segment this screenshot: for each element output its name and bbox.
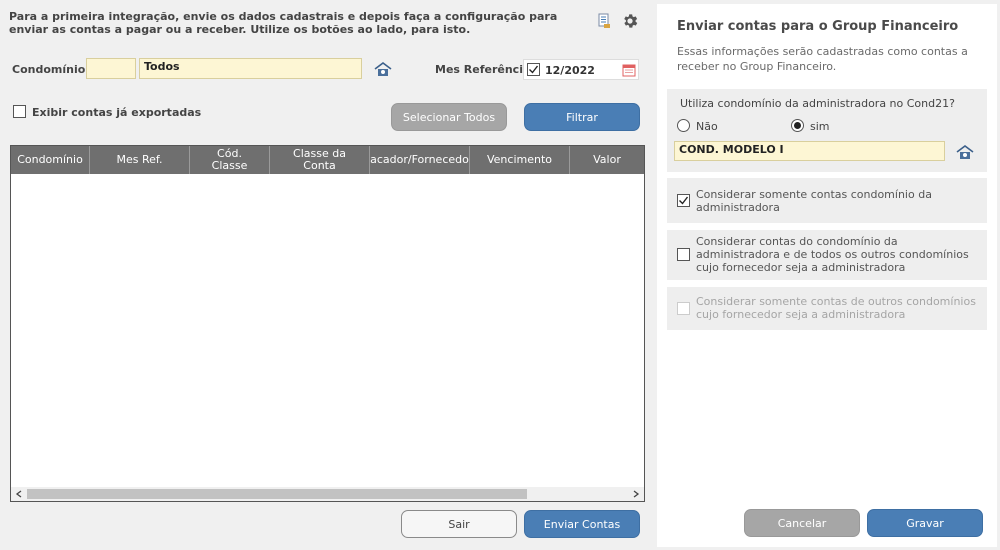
intro-text: Para a primeira integração, envie os dad… bbox=[9, 10, 558, 36]
col-condominio[interactable]: Condomínio bbox=[11, 146, 90, 174]
option-1-label: Considerar somente contas condomínio da … bbox=[696, 188, 932, 214]
scroll-left-icon[interactable] bbox=[13, 488, 25, 500]
home-search-icon[interactable] bbox=[956, 144, 974, 160]
gravar-button[interactable]: Gravar bbox=[867, 509, 983, 537]
administradora-question: Utiliza condomínio da administradora no … bbox=[680, 97, 955, 110]
radio-nao-label: Não bbox=[696, 120, 718, 133]
side-title: Enviar contas para o Group Financeiro bbox=[677, 19, 959, 34]
option-2-checkbox[interactable] bbox=[677, 248, 690, 261]
mes-referencia-value: 12/2022 bbox=[545, 64, 595, 77]
sair-button[interactable]: Sair bbox=[401, 510, 517, 538]
radio-nao[interactable] bbox=[677, 119, 690, 132]
horizontal-scrollbar[interactable] bbox=[11, 487, 644, 501]
selecionar-todos-button[interactable]: Selecionar Todos bbox=[391, 103, 507, 131]
filtrar-button[interactable]: Filtrar bbox=[524, 103, 640, 131]
scrollbar-thumb[interactable] bbox=[27, 489, 527, 499]
col-mes-ref[interactable]: Mes Ref. bbox=[90, 146, 190, 174]
gear-icon[interactable] bbox=[620, 11, 640, 31]
col-vencimento[interactable]: Vencimento bbox=[470, 146, 570, 174]
enviar-contas-button[interactable]: Enviar Contas bbox=[524, 510, 640, 538]
main-panel: Para a primeira integração, envie os dad… bbox=[0, 0, 652, 550]
option-2-label: Considerar contas do condomínio da admin… bbox=[696, 235, 969, 274]
col-valor[interactable]: Valor bbox=[570, 146, 644, 174]
col-classe-conta[interactable]: Classe da Conta bbox=[270, 146, 370, 174]
mes-referencia-checkbox[interactable] bbox=[527, 63, 540, 76]
cancelar-button[interactable]: Cancelar bbox=[744, 509, 860, 537]
radio-sim-dot bbox=[794, 122, 801, 129]
option-3-label: Considerar somente contas de outros cond… bbox=[696, 295, 976, 321]
option-1-panel: Considerar somente contas condomínio da … bbox=[667, 178, 987, 223]
option-1-checkbox[interactable] bbox=[677, 194, 690, 207]
condominio-label: Condomínio: bbox=[12, 63, 90, 76]
col-fornecedor[interactable]: acador/Fornecedo bbox=[370, 146, 470, 174]
side-subtitle: Essas informações serão cadastradas como… bbox=[677, 45, 968, 73]
scroll-right-icon[interactable] bbox=[630, 488, 642, 500]
option-3-checkbox bbox=[677, 302, 690, 315]
administradora-panel: Utiliza condomínio da administradora no … bbox=[667, 89, 987, 172]
radio-sim-label: sim bbox=[810, 120, 830, 133]
exibir-exportadas-checkbox[interactable] bbox=[13, 105, 26, 118]
option-2-panel: Considerar contas do condomínio da admin… bbox=[667, 230, 987, 280]
report-icon[interactable] bbox=[597, 13, 611, 29]
exibir-exportadas-label: Exibir contas já exportadas bbox=[32, 106, 202, 119]
calendar-icon[interactable] bbox=[621, 62, 636, 77]
contas-grid[interactable]: Condomínio Mes Ref. Cód. Classe Classe d… bbox=[10, 145, 645, 502]
grid-header: Condomínio Mes Ref. Cód. Classe Classe d… bbox=[11, 146, 644, 174]
option-3-panel: Considerar somente contas de outros cond… bbox=[667, 287, 987, 330]
col-cod-classe[interactable]: Cód. Classe bbox=[190, 146, 270, 174]
home-search-icon[interactable] bbox=[374, 61, 392, 77]
administradora-condominio-field[interactable]: COND. MODELO I bbox=[674, 141, 945, 161]
condominio-code-field[interactable] bbox=[86, 58, 136, 79]
mes-referencia-label: Mes Referência: bbox=[435, 63, 535, 76]
side-panel: Enviar contas para o Group Financeiro Es… bbox=[657, 4, 997, 547]
radio-sim[interactable] bbox=[791, 119, 804, 132]
mes-referencia-picker[interactable]: 12/2022 bbox=[523, 59, 639, 80]
condominio-name-field[interactable]: Todos bbox=[139, 58, 362, 79]
